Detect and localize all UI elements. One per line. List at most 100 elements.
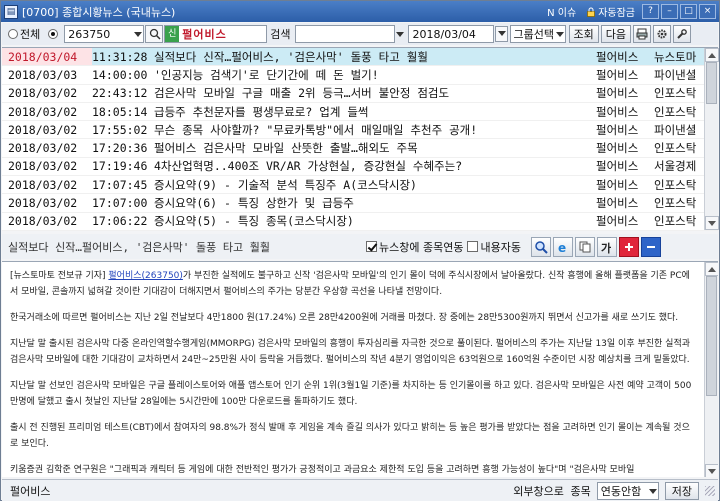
article-byline: [뉴스토마토 전보규 기자]	[10, 271, 109, 281]
news-time: 11:31:28	[92, 49, 148, 64]
news-list-scrollbar[interactable]	[704, 48, 719, 230]
scroll-thumb[interactable]	[706, 62, 717, 104]
link-stock-check	[366, 241, 377, 252]
news-row[interactable]: 2018/03/03 14:00:00 '인공지능 검색기'로 단기간에 떼 돈 벌…	[2, 66, 718, 85]
news-stock: 펄어비스	[596, 214, 639, 229]
article-paragraph: 한국거래소에 따르면 펄어비스는 지난 2일 전날보다 4만1800 원(17.…	[10, 313, 679, 323]
news-stock: 펄어비스	[596, 104, 639, 119]
tool-button[interactable]	[673, 25, 691, 43]
news-stock: 펄어비스	[596, 159, 639, 174]
stock-code-input[interactable]: 263750	[64, 25, 145, 43]
news-row[interactable]: 2018/03/02 17:19:46 4차산업혁명..400조 VR/AR 가상현…	[2, 158, 718, 177]
news-date: 2018/03/02	[8, 141, 78, 156]
date-input[interactable]: 2018/03/04	[407, 25, 494, 43]
status-stock-name: 펄어비스	[10, 484, 51, 498]
news-headline: 급등주 추천문자를 평생무료로? 업계 들썩	[154, 104, 369, 119]
news-row[interactable]: 2018/03/04 11:31:28 실적보다 신작…펄어비스, '검은사막' 돌…	[2, 48, 718, 67]
news-headline: 펄어비스 검은사막 모바일 산뜻한 출발…해외도 주목	[154, 141, 418, 156]
chevron-down-icon	[555, 26, 565, 42]
help-button[interactable]: ?	[642, 4, 659, 19]
minimize-button[interactable]: –	[661, 4, 678, 19]
news-row[interactable]: 2018/03/02 17:07:45 증시요약(9) - 기술적 분석 특징주 A…	[2, 176, 718, 195]
news-time: 22:43:12	[92, 86, 148, 101]
window-title: [0700] 종합시황뉴스 (국내뉴스)	[22, 5, 176, 19]
radio-stock[interactable]	[48, 29, 60, 39]
scroll-thumb[interactable]	[706, 276, 717, 396]
article-paragraph: [뉴스토마토 전보규 기자] 펄어비스(263750)가 부진한 실적에도 불구…	[10, 268, 694, 300]
scroll-up-icon[interactable]	[705, 262, 718, 276]
news-time: 17:20:36	[92, 141, 148, 156]
auto-content-checkbox[interactable]: 내용자동	[467, 239, 521, 255]
group-select-value: 그룹선택	[513, 28, 554, 41]
radio-stock-dot	[48, 29, 59, 39]
article-body: [뉴스토마토 전보규 기자] 펄어비스(263750)가 부진한 실적에도 불구…	[2, 262, 702, 477]
keyword-search-input[interactable]	[294, 25, 395, 43]
news-headline: 4차산업혁명..400조 VR/AR 가상현실, 증강현실 수혜주는?	[154, 159, 463, 174]
detail-title: 실적보다 신작…펄어비스, '검은사막' 돌풍 타고 훨훨	[8, 240, 271, 254]
print-button[interactable]	[633, 25, 651, 43]
news-row[interactable]: 2018/03/02 22:43:12 검은사막 모바일 구글 매출 2위 등극…서…	[2, 85, 718, 103]
next-button[interactable]: 다음	[600, 25, 631, 43]
keyword-dropdown-icon[interactable]	[395, 26, 405, 42]
search-label: 검색	[270, 28, 291, 41]
news-row[interactable]: 2018/03/02 17:20:36 펄어비스 검은사막 모바일 산뜻한 출발…해…	[2, 139, 718, 158]
close-button[interactable]: ×	[699, 4, 716, 19]
calendar-dropdown-icon[interactable]	[494, 26, 508, 42]
news-window: ▤ [0700] 종합시황뉴스 (국내뉴스) N 이슈 자동잠금 ? – □ ×…	[0, 0, 720, 501]
news-row[interactable]: 2018/03/02 17:55:02 무슨 종목 사야할까? "무료카톡방"에서 …	[2, 121, 718, 140]
resize-grip-icon[interactable]	[705, 485, 715, 496]
link-stock-checkbox[interactable]: 뉴스창에 종목연동	[366, 239, 463, 255]
browser-icon: e	[558, 241, 566, 254]
article-scrollbar[interactable]	[704, 262, 718, 477]
news-time: 17:07:00	[92, 196, 148, 211]
new-listing-badge: 신	[165, 26, 180, 42]
news-headline: 증시요약(6) - 특징 상한가 및 급등주	[154, 196, 354, 211]
gear-icon	[657, 29, 667, 39]
stock-search-button[interactable]	[145, 25, 164, 43]
group-select[interactable]: 그룹선택	[509, 25, 566, 43]
plus-icon	[624, 242, 633, 251]
issue-button[interactable]: N 이슈	[542, 1, 581, 22]
news-headline: 검은사막 모바일 구글 매출 2위 등극…서버 불안정 점검도	[154, 86, 450, 101]
issue-label: N 이슈	[547, 8, 577, 19]
news-date: 2018/03/03	[8, 67, 78, 82]
font-decrease-button[interactable]	[640, 236, 661, 257]
article-view: [뉴스토마토 전보규 기자] 펄어비스(263750)가 부진한 실적에도 불구…	[2, 261, 718, 477]
settings-button[interactable]	[653, 25, 671, 43]
news-headline: 증시요약(5) - 특징 종목(코스닥시장)	[154, 214, 354, 229]
browser-button[interactable]: e	[552, 236, 573, 257]
link-mode-select[interactable]: 연동안함	[596, 481, 659, 500]
svg-text:가: 가	[601, 241, 611, 254]
news-row[interactable]: 2018/03/02 17:06:22 증시요약(5) - 특징 종목(코스닥시장)…	[2, 213, 718, 231]
chevron-down-icon[interactable]	[133, 26, 143, 42]
title-bar: ▤ [0700] 종합시황뉴스 (국내뉴스) N 이슈 자동잠금 ? – □ ×	[1, 1, 719, 22]
scroll-up-icon[interactable]	[705, 48, 719, 62]
radio-all[interactable]: 전체	[8, 26, 40, 42]
magnifier-icon	[535, 240, 548, 254]
stock-code-value: 263750	[68, 27, 111, 41]
search-web-button[interactable]	[530, 236, 551, 257]
news-stock: 펄어비스	[596, 122, 639, 137]
font-increase-button[interactable]	[618, 236, 639, 257]
news-date: 2018/03/02	[8, 196, 78, 211]
stock-link[interactable]: 펄어비스(263750)	[108, 271, 183, 281]
radio-all-label: 전체	[20, 28, 41, 41]
stock-name-value: 펄어비스	[182, 28, 227, 41]
copy-icon	[579, 241, 591, 252]
scroll-down-icon[interactable]	[705, 216, 719, 230]
news-row[interactable]: 2018/03/02 17:07:00 증시요약(6) - 특징 상한가 및 급등주…	[2, 194, 718, 213]
copy-button[interactable]	[574, 236, 595, 257]
news-date: 2018/03/02	[8, 214, 78, 229]
query-button[interactable]: 조회	[568, 25, 599, 43]
maximize-button[interactable]: □	[680, 4, 697, 19]
font-size-button[interactable]: 가	[596, 236, 617, 257]
news-list: 2018/03/04 11:31:28 실적보다 신작…펄어비스, '검은사막' 돌…	[2, 47, 719, 231]
scroll-down-icon[interactable]	[705, 464, 718, 477]
news-date: 2018/03/02	[8, 104, 78, 119]
link-stock-label: 뉴스창에 종목연동	[379, 240, 464, 254]
save-button[interactable]: 저장	[664, 481, 699, 500]
news-row[interactable]: 2018/03/02 18:05:14 급등주 추천문자를 평생무료로? 업계 들썩…	[2, 103, 718, 122]
article-paragraph: 지난달 말 출시된 검은사막 다중 온라인역할수행게임(MMORPG) 검은사막…	[10, 339, 691, 365]
auto-lock-button[interactable]: 자동잠금	[581, 1, 640, 22]
news-time: 17:06:22	[92, 214, 148, 229]
